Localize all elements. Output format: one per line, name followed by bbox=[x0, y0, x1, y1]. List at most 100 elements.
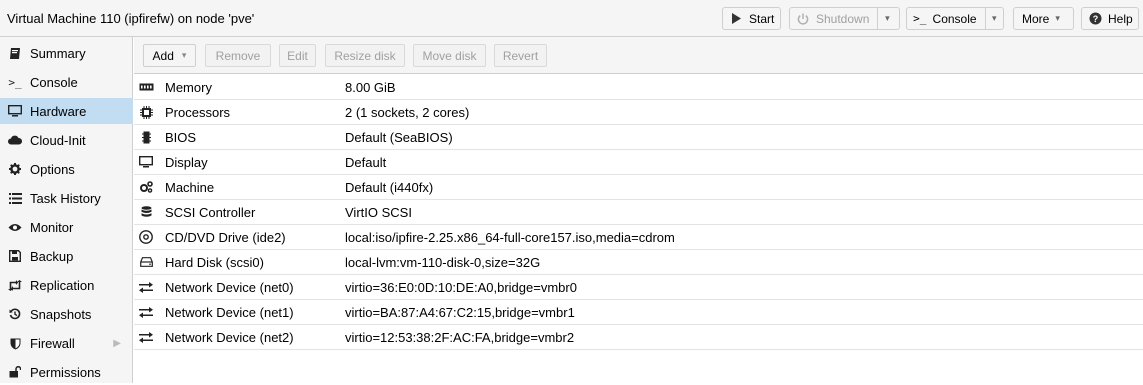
sidebar-item-cloud-init[interactable]: Cloud-Init bbox=[0, 127, 133, 153]
move-disk-button-label: Move disk bbox=[422, 48, 477, 63]
cpu-icon bbox=[138, 105, 154, 119]
play-icon bbox=[729, 13, 743, 24]
sidebar-item-label: Monitor bbox=[30, 219, 74, 235]
resize-disk-button-label: Resize disk bbox=[334, 48, 396, 63]
row-key: BIOS bbox=[165, 129, 197, 145]
chevron-down-icon: ▾ bbox=[1055, 13, 1060, 23]
table-row[interactable]: Hard Disk (scsi0) local-lvm:vm-110-disk-… bbox=[134, 250, 1143, 275]
table-row[interactable]: Memory 8.00 GiB bbox=[134, 75, 1143, 100]
sidebar-item-console[interactable]: >_ Console bbox=[0, 69, 133, 95]
shutdown-menu-trigger[interactable]: ▾ bbox=[877, 8, 896, 29]
sidebar-item-task-history[interactable]: Task History bbox=[0, 185, 133, 211]
row-value: local:iso/ipfire-2.25.x86_64-full-core15… bbox=[345, 229, 675, 245]
resize-disk-button[interactable]: Resize disk bbox=[325, 44, 405, 67]
book-icon bbox=[7, 47, 23, 60]
history-icon bbox=[7, 308, 23, 320]
start-button[interactable]: Start bbox=[722, 7, 781, 30]
database-icon bbox=[138, 205, 154, 219]
hardware-toolbar: Add ▾ Remove Edit Resize disk Move disk … bbox=[134, 37, 1143, 74]
cogs-icon bbox=[138, 181, 154, 193]
table-row[interactable]: Network Device (net0) virtio=36:E0:0D:10… bbox=[134, 275, 1143, 300]
shutdown-button[interactable]: Shutdown ▾ bbox=[789, 7, 900, 30]
exchange-icon bbox=[138, 281, 154, 293]
chevron-down-icon: ▾ bbox=[885, 13, 890, 23]
sidebar-item-label: Hardware bbox=[30, 103, 87, 119]
gear-icon bbox=[7, 163, 23, 175]
sidebar-item-label: Task History bbox=[30, 190, 101, 206]
question-circle-icon: ? bbox=[1088, 12, 1102, 25]
terminal-icon: >_ bbox=[913, 12, 927, 25]
table-row[interactable]: BIOS Default (SeaBIOS) bbox=[134, 125, 1143, 150]
header-bar: Virtual Machine 110 (ipfirefw) on node '… bbox=[0, 0, 1143, 37]
sidebar-item-backup[interactable]: Backup bbox=[0, 243, 133, 269]
row-value: 8.00 GiB bbox=[345, 79, 396, 95]
remove-button[interactable]: Remove bbox=[205, 44, 271, 67]
row-key: Network Device (net0) bbox=[165, 279, 294, 295]
shutdown-button-label: Shutdown bbox=[816, 11, 870, 26]
memory-icon bbox=[138, 83, 154, 91]
row-value: virtio=12:53:38:2F:AC:FA,bridge=vmbr2 bbox=[345, 329, 575, 345]
sidebar-item-hardware[interactable]: Hardware bbox=[0, 98, 133, 124]
sidebar-item-label: Console bbox=[30, 74, 78, 90]
sidebar-item-label: Backup bbox=[30, 248, 74, 264]
sidebar-item-summary[interactable]: Summary bbox=[0, 40, 133, 66]
sidebar-item-label: Firewall bbox=[30, 335, 75, 351]
sidebar-item-label: Permissions bbox=[30, 364, 101, 380]
sidebar-item-snapshots[interactable]: Snapshots bbox=[0, 301, 133, 327]
exchange-icon bbox=[138, 331, 154, 343]
desktop-icon bbox=[7, 105, 23, 117]
sidebar-item-monitor[interactable]: Monitor bbox=[0, 214, 133, 240]
row-value: Default (i440fx) bbox=[345, 179, 434, 195]
help-button[interactable]: ? Help bbox=[1081, 7, 1139, 30]
move-disk-button[interactable]: Move disk bbox=[413, 44, 486, 67]
console-menu-trigger[interactable]: ▾ bbox=[984, 8, 1003, 29]
unlock-icon bbox=[7, 366, 23, 378]
sidebar: Summary >_ Console Hardware Cloud-Init O… bbox=[0, 37, 133, 383]
edit-button[interactable]: Edit bbox=[279, 44, 316, 67]
row-key: Display bbox=[165, 154, 208, 170]
console-button[interactable]: >_ Console ▾ bbox=[906, 7, 1004, 30]
remove-button-label: Remove bbox=[215, 48, 261, 63]
eye-icon bbox=[7, 223, 23, 232]
row-key: Machine bbox=[165, 179, 215, 195]
svg-text:?: ? bbox=[1092, 14, 1098, 24]
revert-button[interactable]: Revert bbox=[494, 44, 547, 67]
sidebar-item-permissions[interactable]: Permissions bbox=[0, 359, 133, 385]
add-button-label: Add bbox=[152, 48, 174, 63]
table-row[interactable]: Machine Default (i440fx) bbox=[134, 175, 1143, 200]
table-row[interactable]: CD/DVD Drive (ide2) local:iso/ipfire-2.2… bbox=[134, 225, 1143, 250]
sidebar-item-firewall[interactable]: Firewall ▶ bbox=[0, 330, 133, 356]
sidebar-item-label: Snapshots bbox=[30, 306, 92, 322]
chevron-down-icon: ▾ bbox=[992, 13, 997, 23]
table-row[interactable]: Network Device (net2) virtio=12:53:38:2F… bbox=[134, 325, 1143, 350]
more-button[interactable]: More ▾ bbox=[1013, 7, 1074, 30]
row-key: Hard Disk (scsi0) bbox=[165, 254, 264, 270]
disc-icon bbox=[138, 230, 154, 244]
sidebar-item-replication[interactable]: Replication bbox=[0, 272, 133, 298]
page-title: Virtual Machine 110 (ipfirefw) on node '… bbox=[7, 11, 255, 26]
retweet-icon bbox=[7, 279, 23, 291]
revert-button-label: Revert bbox=[502, 48, 539, 63]
table-row[interactable]: Network Device (net1) virtio=BA:87:A4:67… bbox=[134, 300, 1143, 325]
floppy-icon bbox=[7, 250, 23, 262]
row-key: Network Device (net2) bbox=[165, 329, 294, 345]
start-button-label: Start bbox=[749, 11, 775, 26]
row-key: SCSI Controller bbox=[165, 204, 256, 220]
desktop-icon bbox=[138, 156, 154, 168]
more-button-label: More bbox=[1022, 11, 1050, 26]
sidebar-item-options[interactable]: Options bbox=[0, 156, 133, 182]
row-value: Default (SeaBIOS) bbox=[345, 129, 453, 145]
console-button-label: Console bbox=[932, 11, 977, 26]
chevron-right-icon[interactable]: ▶ bbox=[113, 338, 121, 349]
sidebar-item-label: Replication bbox=[30, 277, 95, 293]
microchip-icon bbox=[138, 131, 154, 144]
list-icon bbox=[7, 192, 23, 204]
hardware-grid: Memory 8.00 GiB Processors 2 (1 sockets,… bbox=[134, 75, 1143, 350]
table-row[interactable]: SCSI Controller VirtIO SCSI bbox=[134, 200, 1143, 225]
cloud-icon bbox=[7, 135, 23, 145]
row-value: virtio=36:E0:0D:10:DE:A0,bridge=vmbr0 bbox=[345, 279, 577, 295]
table-row[interactable]: Display Default bbox=[134, 150, 1143, 175]
table-row[interactable]: Processors 2 (1 sockets, 2 cores) bbox=[134, 100, 1143, 125]
add-button[interactable]: Add ▾ bbox=[143, 44, 196, 67]
row-value: virtio=BA:87:A4:67:C2:15,bridge=vmbr1 bbox=[345, 304, 575, 320]
